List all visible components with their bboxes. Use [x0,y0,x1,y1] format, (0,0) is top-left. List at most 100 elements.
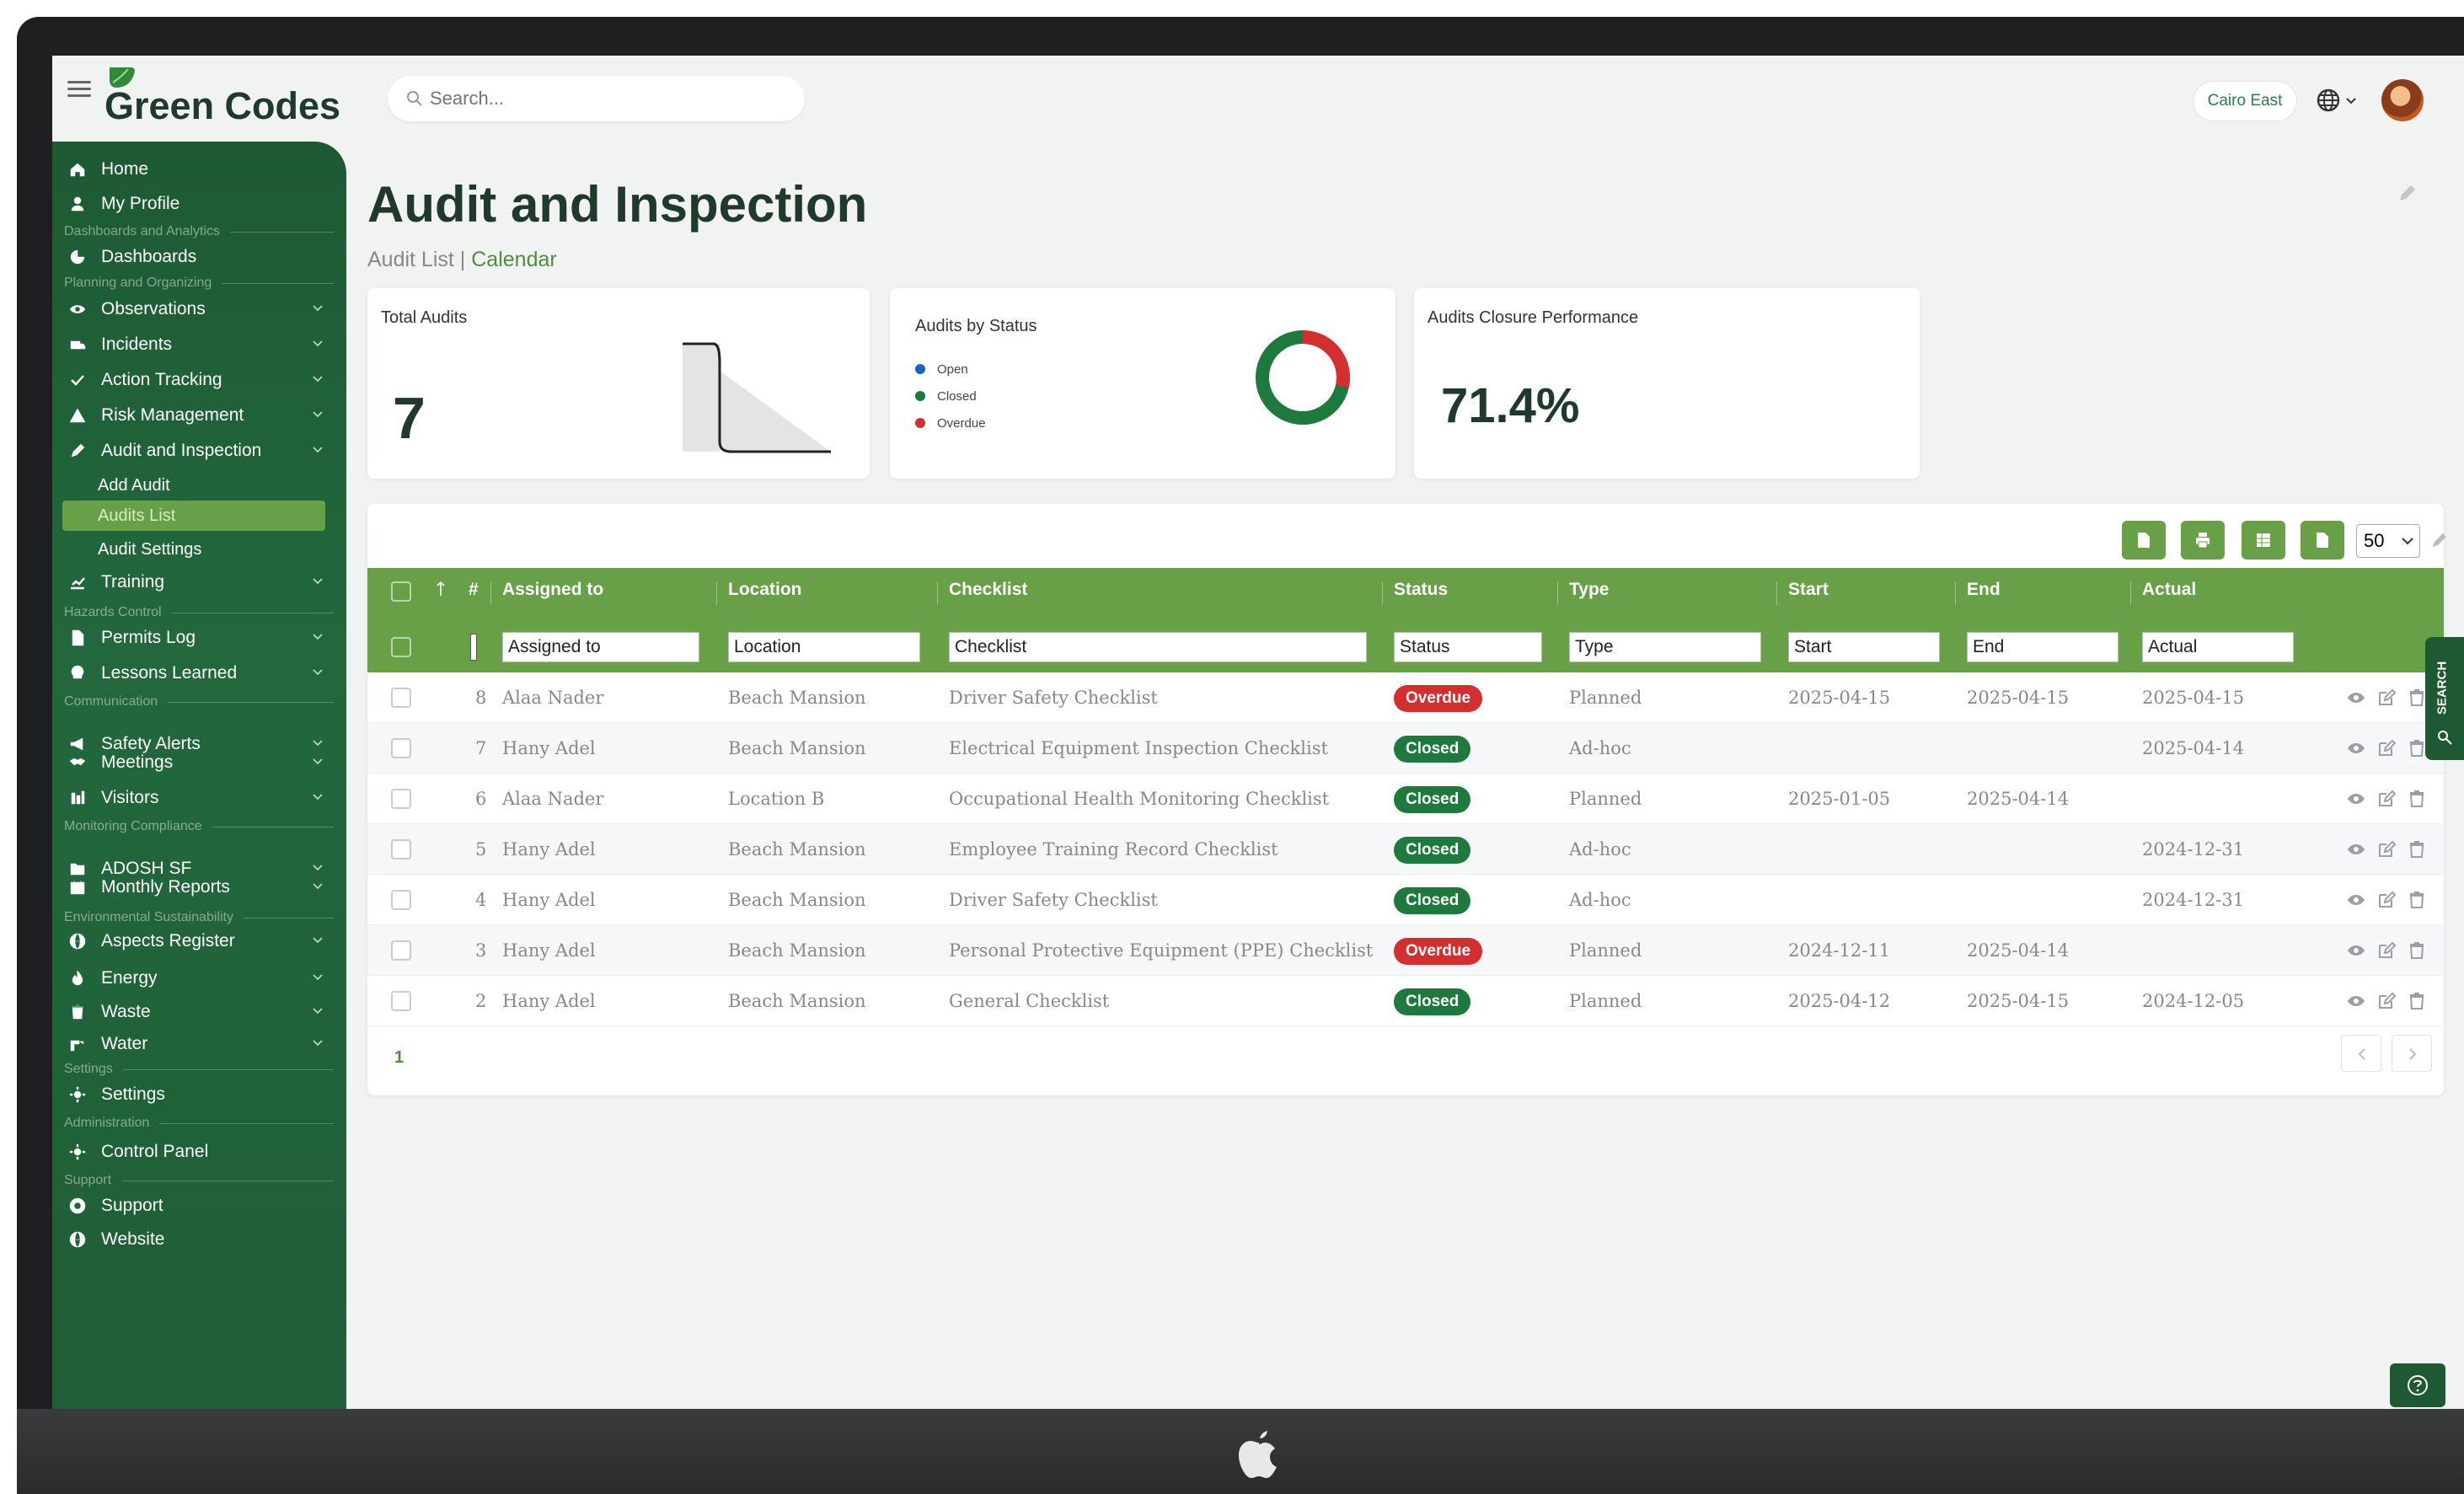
filter-location[interactable] [728,632,920,662]
view-eye-icon[interactable] [2346,738,2366,758]
filter-start[interactable] [1788,632,1940,662]
sidebar-item-monthly-reports[interactable]: Monthly Reports [52,871,346,903]
sidebar-item-permits-log[interactable]: Permits Log [52,622,346,654]
table-row[interactable]: 6 Alaa Nader Location B Occupational Health… [367,774,2444,824]
sidebar-item-support[interactable]: Support [52,1190,346,1222]
sidebar-item-observations[interactable]: Observations [52,293,346,325]
view-eye-icon[interactable] [2346,991,2366,1011]
table-row[interactable]: 8 Alaa Nader Beach Mansion Driver Safety Ch… [367,672,2444,723]
view-eye-icon[interactable] [2346,839,2366,859]
filter-select-checkbox[interactable] [391,637,411,657]
sidebar-item-risk-management[interactable]: Risk Management [52,399,346,431]
sidebar-item-visitors[interactable]: Visitors [52,782,346,814]
row-checkbox[interactable] [391,940,411,961]
delete-trash-icon[interactable] [2407,991,2427,1011]
sidebar-item-energy[interactable]: Energy [52,962,346,994]
column-header-checklist[interactable]: Checklist [949,580,1027,600]
sidebar-item-my-profile[interactable]: My Profile [52,188,346,220]
filter-actual[interactable] [2142,632,2294,662]
delete-trash-icon[interactable] [2407,839,2427,859]
row-checkbox[interactable] [391,839,411,859]
calendar-link[interactable]: Calendar [471,248,556,271]
delete-trash-icon[interactable] [2407,738,2427,758]
edit-icon[interactable] [2376,789,2397,809]
filter-assigned-to[interactable] [502,632,699,662]
sidebar-item-water[interactable]: Water [52,1028,346,1060]
column-header-status[interactable]: Status [1394,580,1448,600]
delete-trash-icon[interactable] [2407,688,2427,708]
table-row[interactable]: 7 Hany Adel Beach Mansion Electrical Equipm… [367,723,2444,774]
user-avatar[interactable] [2381,79,2424,121]
sidebar-item-meetings[interactable]: Meetings [52,747,346,779]
select-all-checkbox[interactable] [391,581,411,602]
column-header-id[interactable]: # [469,580,479,600]
edit-icon[interactable] [2376,940,2397,961]
view-eye-icon[interactable] [2346,940,2366,961]
table-row[interactable]: 3 Hany Adel Beach Mansion Personal Protecti… [367,925,2444,976]
sidebar-item-incidents[interactable]: Incidents [52,329,346,361]
next-page-button[interactable] [2392,1035,2432,1072]
row-checkbox[interactable] [391,738,411,758]
help-button[interactable] [2390,1363,2445,1407]
chevron-down-icon[interactable] [2346,98,2356,104]
edit-icon[interactable] [2376,738,2397,758]
edit-icon[interactable] [2376,890,2397,910]
filter-end[interactable] [1967,632,2119,662]
row-checkbox[interactable] [391,688,411,708]
print-button[interactable] [2181,521,2225,560]
sidebar-item-website[interactable]: Website [52,1224,346,1256]
id-filter-input[interactable] [470,634,477,661]
row-checkbox[interactable] [391,890,411,910]
filter-type[interactable] [1569,632,1761,662]
sidebar-item-action-tracking[interactable]: Action Tracking [52,364,346,396]
language-globe-icon[interactable] [2316,88,2341,113]
column-header-end[interactable]: End [1967,580,2001,600]
view-eye-icon[interactable] [2346,789,2366,809]
prev-page-button[interactable] [2341,1035,2381,1072]
delete-trash-icon[interactable] [2407,940,2427,961]
export-pdf-button[interactable] [2301,521,2344,560]
column-header-type[interactable]: Type [1569,580,1609,600]
column-header-assigned-to[interactable]: Assigned to [502,580,603,600]
filter-status[interactable] [1394,632,1542,662]
edit-icon[interactable] [2376,688,2397,708]
global-search[interactable] [388,76,805,121]
delete-trash-icon[interactable] [2407,890,2427,910]
sidebar-subitem-audit-settings[interactable]: Audit Settings [98,534,201,565]
sidebar-item-dashboards[interactable]: Dashboards [52,241,346,273]
table-row[interactable]: 5 Hany Adel Beach Mansion Employee Training… [367,824,2444,875]
row-checkbox[interactable] [391,991,411,1011]
sidebar-item-lessons-learned[interactable]: Lessons Learned [52,657,346,689]
sidebar-subitem-audits-list[interactable]: Audits List [62,501,325,531]
sidebar-item-audit-and-inspection[interactable]: Audit and Inspection [52,435,346,467]
edit-icon[interactable] [2376,991,2397,1011]
sidebar-item-training[interactable]: Training [52,566,346,598]
export-copy-button[interactable] [2122,521,2166,560]
edit-icon[interactable] [2376,839,2397,859]
column-header-actual[interactable]: Actual [2142,580,2196,600]
page-number[interactable]: 1 [394,1048,404,1068]
site-selector[interactable]: Cairo East [2193,81,2297,121]
edit-page-pencil-icon[interactable] [2395,182,2418,206]
sidebar-item-aspects-register[interactable]: Aspects Register [52,925,346,957]
sidebar-item-home[interactable]: Home [52,153,346,185]
sort-arrow-icon[interactable] [437,581,445,597]
search-side-tab[interactable]: SEARCH [2425,637,2464,760]
column-header-location[interactable]: Location [728,580,802,600]
sidebar-item-settings[interactable]: Settings [52,1079,346,1111]
view-eye-icon[interactable] [2346,688,2366,708]
edit-columns-pencil-icon[interactable] [2429,529,2451,551]
row-checkbox[interactable] [391,789,411,809]
export-excel-button[interactable] [2242,521,2285,560]
hamburger-menu-icon[interactable] [67,81,91,98]
delete-trash-icon[interactable] [2407,789,2427,809]
search-input[interactable] [430,84,784,113]
table-row[interactable]: 2 Hany Adel Beach Mansion General Checklist… [367,976,2444,1026]
view-eye-icon[interactable] [2346,890,2366,910]
sidebar-item-control-panel[interactable]: Control Panel [52,1136,346,1168]
sidebar-item-waste[interactable]: Waste [52,996,346,1028]
filter-checklist[interactable] [949,632,1367,662]
column-header-start[interactable]: Start [1788,580,1829,600]
table-row[interactable]: 4 Hany Adel Beach Mansion Driver Safety Che… [367,875,2444,925]
sidebar-subitem-add-audit[interactable]: Add Audit [98,470,170,501]
